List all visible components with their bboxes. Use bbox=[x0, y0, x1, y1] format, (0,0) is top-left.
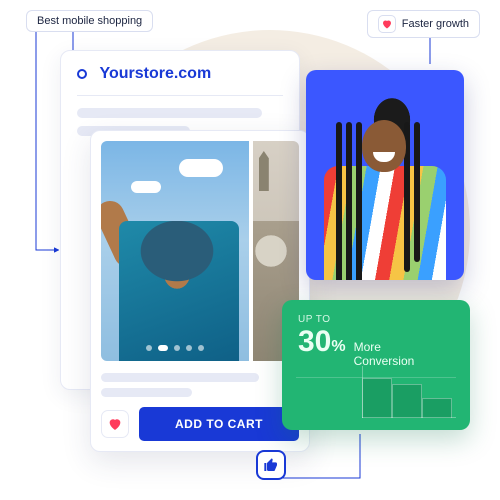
influencer-portrait bbox=[306, 70, 464, 280]
placeholder-line bbox=[101, 388, 192, 397]
conversion-bar-chart bbox=[362, 368, 456, 418]
tag-best-mobile-label: Best mobile shopping bbox=[37, 15, 142, 27]
tag-best-mobile: Best mobile shopping bbox=[26, 10, 153, 32]
bar bbox=[422, 398, 452, 418]
heart-icon bbox=[378, 15, 396, 33]
placeholder-line bbox=[77, 108, 262, 118]
store-domain: Yourstore.com bbox=[99, 65, 211, 83]
product-gallery[interactable] bbox=[101, 141, 299, 361]
thumb-up-badge bbox=[256, 450, 286, 480]
conversion-upto-label: UP TO bbox=[298, 314, 454, 325]
conversion-percent: 30% bbox=[298, 325, 346, 359]
gallery-image-main bbox=[101, 141, 249, 361]
chart-axes bbox=[362, 366, 456, 418]
gallery-dots[interactable] bbox=[101, 345, 249, 351]
bar bbox=[362, 378, 392, 418]
conversion-stat-card: UP TO 30% More Conversion bbox=[282, 300, 470, 430]
store-indicator-dot bbox=[77, 69, 87, 79]
product-card: ADD TO CART bbox=[90, 130, 310, 452]
divider bbox=[77, 95, 283, 96]
bar bbox=[392, 384, 422, 418]
tag-faster-growth-label: Faster growth bbox=[402, 18, 469, 30]
stage: Best mobile shopping Faster growth Yours… bbox=[0, 0, 500, 500]
wishlist-button[interactable] bbox=[101, 410, 129, 438]
placeholder-line bbox=[101, 373, 259, 382]
tag-faster-growth: Faster growth bbox=[367, 10, 480, 38]
add-to-cart-button[interactable]: ADD TO CART bbox=[139, 407, 299, 441]
conversion-headline: More Conversion bbox=[354, 340, 415, 369]
